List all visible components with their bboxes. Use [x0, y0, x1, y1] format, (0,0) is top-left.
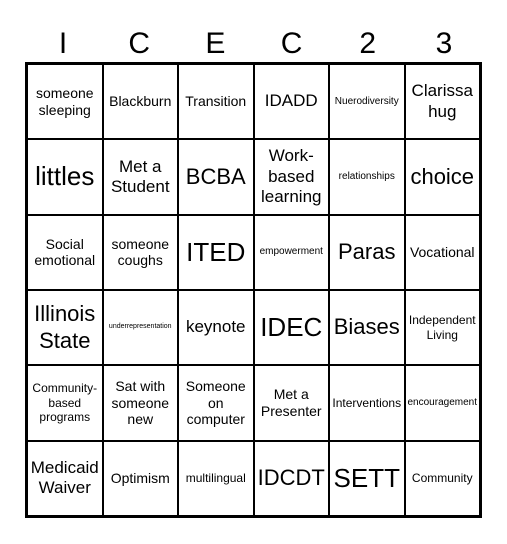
bingo-cell[interactable]: Biases — [329, 290, 405, 366]
bingo-cell[interactable]: littles — [27, 139, 103, 215]
bingo-cell[interactable]: empowerment — [253, 214, 329, 290]
bingo-header: I C E C 2 3 — [25, 26, 482, 62]
bingo-cell[interactable]: Social emotional — [27, 214, 103, 290]
bingo-cell[interactable]: Work-based learning — [253, 139, 329, 215]
bingo-cell[interactable]: Paras — [329, 214, 405, 290]
bingo-cell[interactable]: SETT — [329, 440, 405, 516]
bingo-cell[interactable]: Independent Living — [404, 290, 480, 366]
header-letter: 2 — [359, 27, 377, 60]
bingo-cell[interactable]: someone coughs — [102, 214, 178, 290]
header-letter: I — [58, 27, 68, 60]
bingo-cell[interactable]: IDADD — [253, 64, 329, 140]
bingo-cell[interactable]: underrepresentation — [102, 290, 178, 366]
bingo-cell[interactable]: someone sleeping — [27, 64, 103, 140]
header-letter: C — [280, 27, 303, 60]
bingo-cell[interactable]: Nuerodiversity — [329, 64, 405, 140]
bingo-cell[interactable]: choice — [404, 139, 480, 215]
bingo-cell[interactable]: Met a Student — [102, 139, 178, 215]
header-letter: 3 — [435, 27, 453, 60]
bingo-cell[interactable]: keynote — [178, 290, 254, 366]
bingo-cell[interactable]: multilingual — [178, 440, 254, 516]
bingo-cell[interactable]: encouragement — [404, 365, 480, 441]
bingo-cell[interactable]: Medicaid Waiver — [27, 440, 103, 516]
bingo-cell[interactable]: Met a Presenter — [253, 365, 329, 441]
bingo-cell[interactable]: Community-based programs — [27, 365, 103, 441]
bingo-cell[interactable]: Transition — [178, 64, 254, 140]
bingo-cell[interactable]: ITED — [178, 214, 254, 290]
bingo-cell[interactable]: relationships — [329, 139, 405, 215]
bingo-cell[interactable]: BCBA — [178, 139, 254, 215]
bingo-cell[interactable]: Sat with someone new — [102, 365, 178, 441]
bingo-cell[interactable]: Community — [404, 440, 480, 516]
bingo-cell[interactable]: Blackburn — [102, 64, 178, 140]
header-letter: E — [205, 27, 226, 60]
bingo-board: someone sleeping Blackburn Transition ID… — [25, 62, 482, 518]
header-letter: C — [128, 27, 151, 60]
bingo-cell[interactable]: IDCDT — [253, 440, 329, 516]
bingo-cell[interactable]: Interventions — [329, 365, 405, 441]
bingo-cell[interactable]: IDEC — [253, 290, 329, 366]
bingo-cell[interactable]: Optimism — [102, 440, 178, 516]
bingo-cell[interactable]: Someone on computer — [178, 365, 254, 441]
bingo-cell[interactable]: Illinois State — [27, 290, 103, 366]
bingo-cell[interactable]: Vocational — [404, 214, 480, 290]
bingo-cell[interactable]: Clarissa hug — [404, 64, 480, 140]
